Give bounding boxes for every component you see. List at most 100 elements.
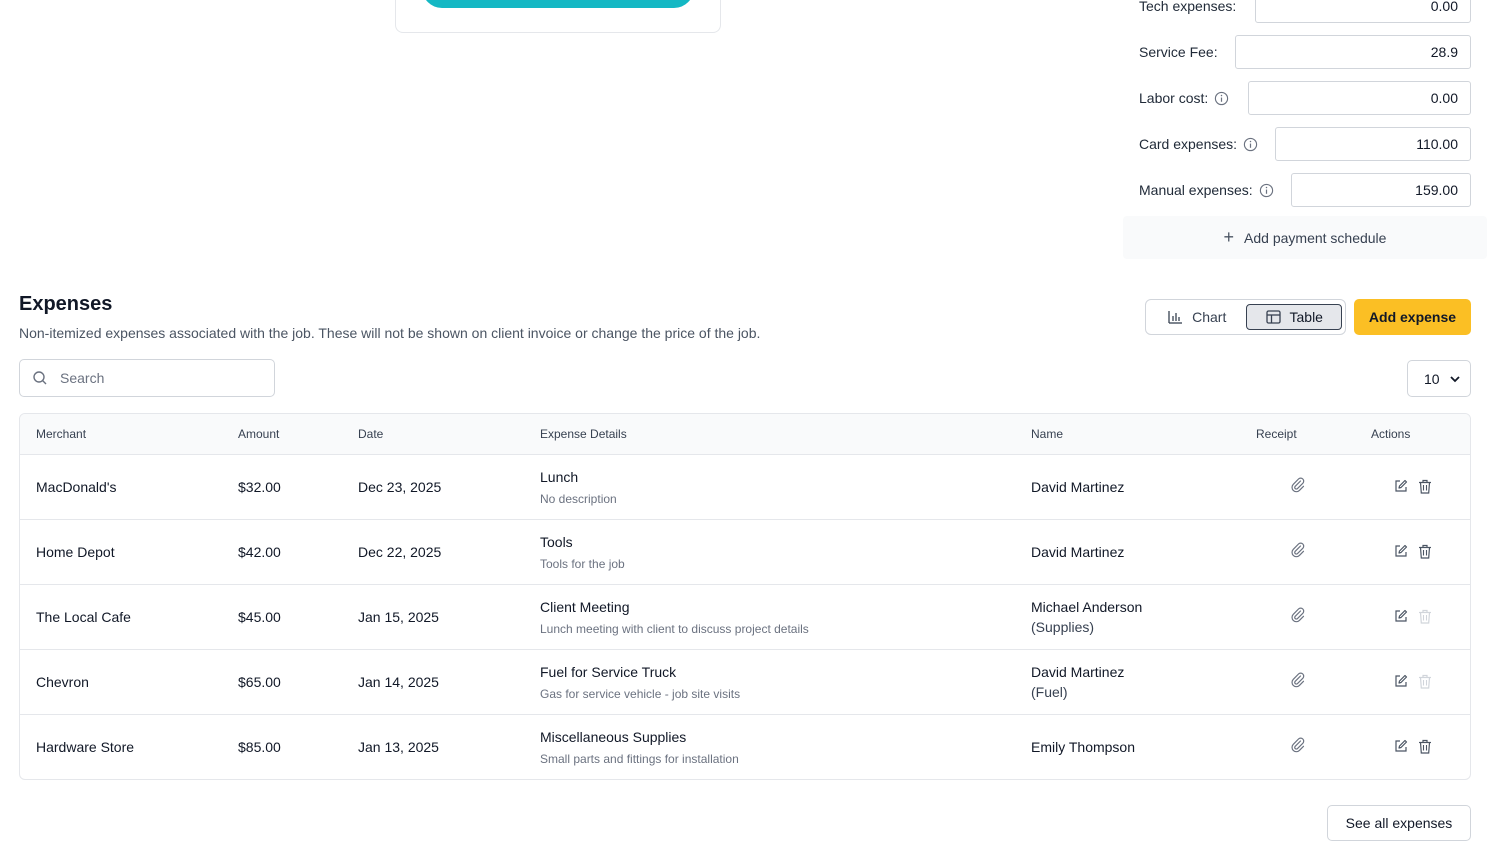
chart-view-button[interactable]: Chart	[1149, 304, 1245, 330]
page-size-value: 10	[1424, 370, 1440, 387]
name-cell: David Martinez	[1031, 664, 1125, 680]
column-name: Name	[1031, 427, 1064, 441]
table-row: Chevron $65.00 Jan 14, 2025 Fuel for Servic…	[20, 650, 1470, 715]
view-toggle: Chart Table	[1145, 299, 1346, 335]
table-row: Home Depot $42.00 Dec 22, 2025 Tools Tools f…	[20, 520, 1470, 585]
plus-icon: +	[1223, 227, 1235, 247]
service-fee-row: Service Fee:	[1139, 35, 1218, 69]
column-merchant: Merchant	[36, 427, 87, 441]
column-receipt: Receipt	[1256, 427, 1297, 441]
tech-expenses-label: Tech expenses:	[1139, 0, 1237, 14]
receipt-attachment-icon[interactable]	[1291, 607, 1307, 623]
add-payment-schedule-button[interactable]: + Add payment schedule	[1123, 216, 1487, 259]
page-size-select[interactable]: 10	[1407, 360, 1471, 397]
manual-expenses-row: Manual expenses:	[1139, 173, 1274, 207]
see-all-expenses-button[interactable]: See all expenses	[1327, 805, 1471, 841]
chevron-down-icon	[1450, 376, 1460, 383]
amount-cell: $65.00	[238, 674, 281, 690]
primary-teal-button[interactable]	[422, 0, 694, 8]
table-icon	[1265, 310, 1281, 324]
date-cell: Dec 23, 2025	[358, 479, 442, 495]
edit-icon[interactable]	[1394, 609, 1410, 625]
add-expense-button[interactable]: Add expense	[1354, 299, 1471, 335]
trash-icon	[1418, 609, 1434, 625]
card-expenses-row: Card expenses:	[1139, 127, 1258, 161]
table-row: The Local Cafe $45.00 Jan 15, 2025 Client M…	[20, 585, 1470, 650]
search-input[interactable]	[60, 370, 260, 386]
merchant-cell: The Local Cafe	[36, 609, 131, 625]
trash-icon[interactable]	[1418, 544, 1434, 560]
date-cell: Jan 13, 2025	[358, 739, 439, 755]
date-cell: Jan 14, 2025	[358, 674, 439, 690]
name-note: (Fuel)	[1031, 684, 1068, 700]
expense-description: Lunch meeting with client to discuss pro…	[540, 622, 809, 636]
table-header: Merchant Amount Date Expense Details Nam…	[20, 414, 1470, 455]
chart-view-label: Chart	[1192, 309, 1227, 325]
labor-cost-row: Labor cost:	[1139, 81, 1229, 115]
column-date: Date	[358, 427, 384, 441]
service-fee-label: Service Fee:	[1139, 44, 1218, 60]
date-cell: Dec 22, 2025	[358, 544, 442, 560]
receipt-attachment-icon[interactable]	[1291, 737, 1307, 753]
edit-icon[interactable]	[1394, 544, 1410, 560]
trash-icon[interactable]	[1418, 479, 1434, 495]
expenses-title: Expenses	[19, 293, 113, 315]
receipt-attachment-icon[interactable]	[1291, 542, 1307, 558]
amount-cell: $85.00	[238, 739, 281, 755]
bar-chart-icon	[1168, 311, 1183, 324]
name-note: (Supplies)	[1031, 619, 1095, 635]
edit-icon[interactable]	[1394, 674, 1410, 690]
tech-expenses-input[interactable]: 0.00	[1255, 0, 1471, 23]
name-cell: David Martinez	[1031, 544, 1125, 560]
edit-icon[interactable]	[1394, 739, 1410, 755]
edit-icon[interactable]	[1394, 479, 1410, 495]
expense-title: Client Meeting	[540, 599, 630, 615]
merchant-cell: MacDonald's	[36, 479, 117, 495]
card-expenses-input[interactable]: 110.00	[1275, 127, 1471, 161]
card-expenses-label: Card expenses:	[1139, 136, 1238, 152]
name-cell: David Martinez	[1031, 479, 1125, 495]
table-view-label: Table	[1289, 309, 1323, 325]
table-row: MacDonald's $32.00 Dec 23, 2025 Lunch No des…	[20, 455, 1470, 520]
expenses-description: Non-itemized expenses associated with th…	[19, 325, 761, 341]
info-icon[interactable]	[1259, 183, 1274, 198]
column-expense-details: Expense Details	[540, 427, 627, 441]
expense-title: Fuel for Service Truck	[540, 664, 677, 680]
expense-description: Tools for the job	[540, 557, 625, 571]
amount-cell: $42.00	[238, 544, 281, 560]
add-payment-schedule-label: Add payment schedule	[1244, 229, 1387, 246]
column-amount: Amount	[238, 427, 280, 441]
receipt-attachment-icon[interactable]	[1291, 672, 1307, 688]
expense-description: Small parts and fittings for installatio…	[540, 752, 739, 766]
expense-description: Gas for service vehicle - job site visit…	[540, 687, 741, 701]
manual-expenses-label: Manual expenses:	[1139, 182, 1253, 198]
labor-cost-input[interactable]: 0.00	[1248, 81, 1471, 115]
merchant-cell: Hardware Store	[36, 739, 135, 755]
expenses-table: Merchant Amount Date Expense Details Nam…	[19, 413, 1471, 780]
merchant-cell: Chevron	[36, 674, 89, 690]
expense-title: Miscellaneous Supplies	[540, 729, 687, 745]
info-icon[interactable]	[1243, 137, 1258, 152]
name-cell: Michael Anderson	[1031, 599, 1143, 615]
card-expenses-label-wrap: Card expenses:	[1139, 136, 1258, 152]
expense-title: Lunch	[540, 469, 579, 485]
info-icon[interactable]	[1214, 91, 1229, 106]
column-actions: Actions	[1371, 427, 1411, 441]
amount-cell: $45.00	[238, 609, 281, 625]
expense-title: Tools	[540, 534, 573, 550]
amount-cell: $32.00	[238, 479, 281, 495]
manual-expenses-label-wrap: Manual expenses:	[1139, 182, 1274, 198]
table-body: MacDonald's $32.00 Dec 23, 2025 Lunch No des…	[20, 455, 1470, 779]
top-card	[395, 0, 721, 33]
manual-expenses-input[interactable]: 159.00	[1291, 173, 1471, 207]
labor-cost-label: Labor cost:	[1139, 90, 1209, 106]
trash-icon[interactable]	[1418, 739, 1434, 755]
table-view-button[interactable]: Table	[1246, 304, 1342, 330]
search-box	[19, 359, 275, 397]
service-fee-input[interactable]: 28.9	[1235, 35, 1471, 69]
date-cell: Jan 15, 2025	[358, 609, 439, 625]
receipt-attachment-icon[interactable]	[1291, 477, 1307, 493]
table-row: Hardware Store $85.00 Jan 13, 2025 Miscella…	[20, 715, 1470, 779]
expense-description: No description	[540, 492, 617, 506]
trash-icon	[1418, 674, 1434, 690]
